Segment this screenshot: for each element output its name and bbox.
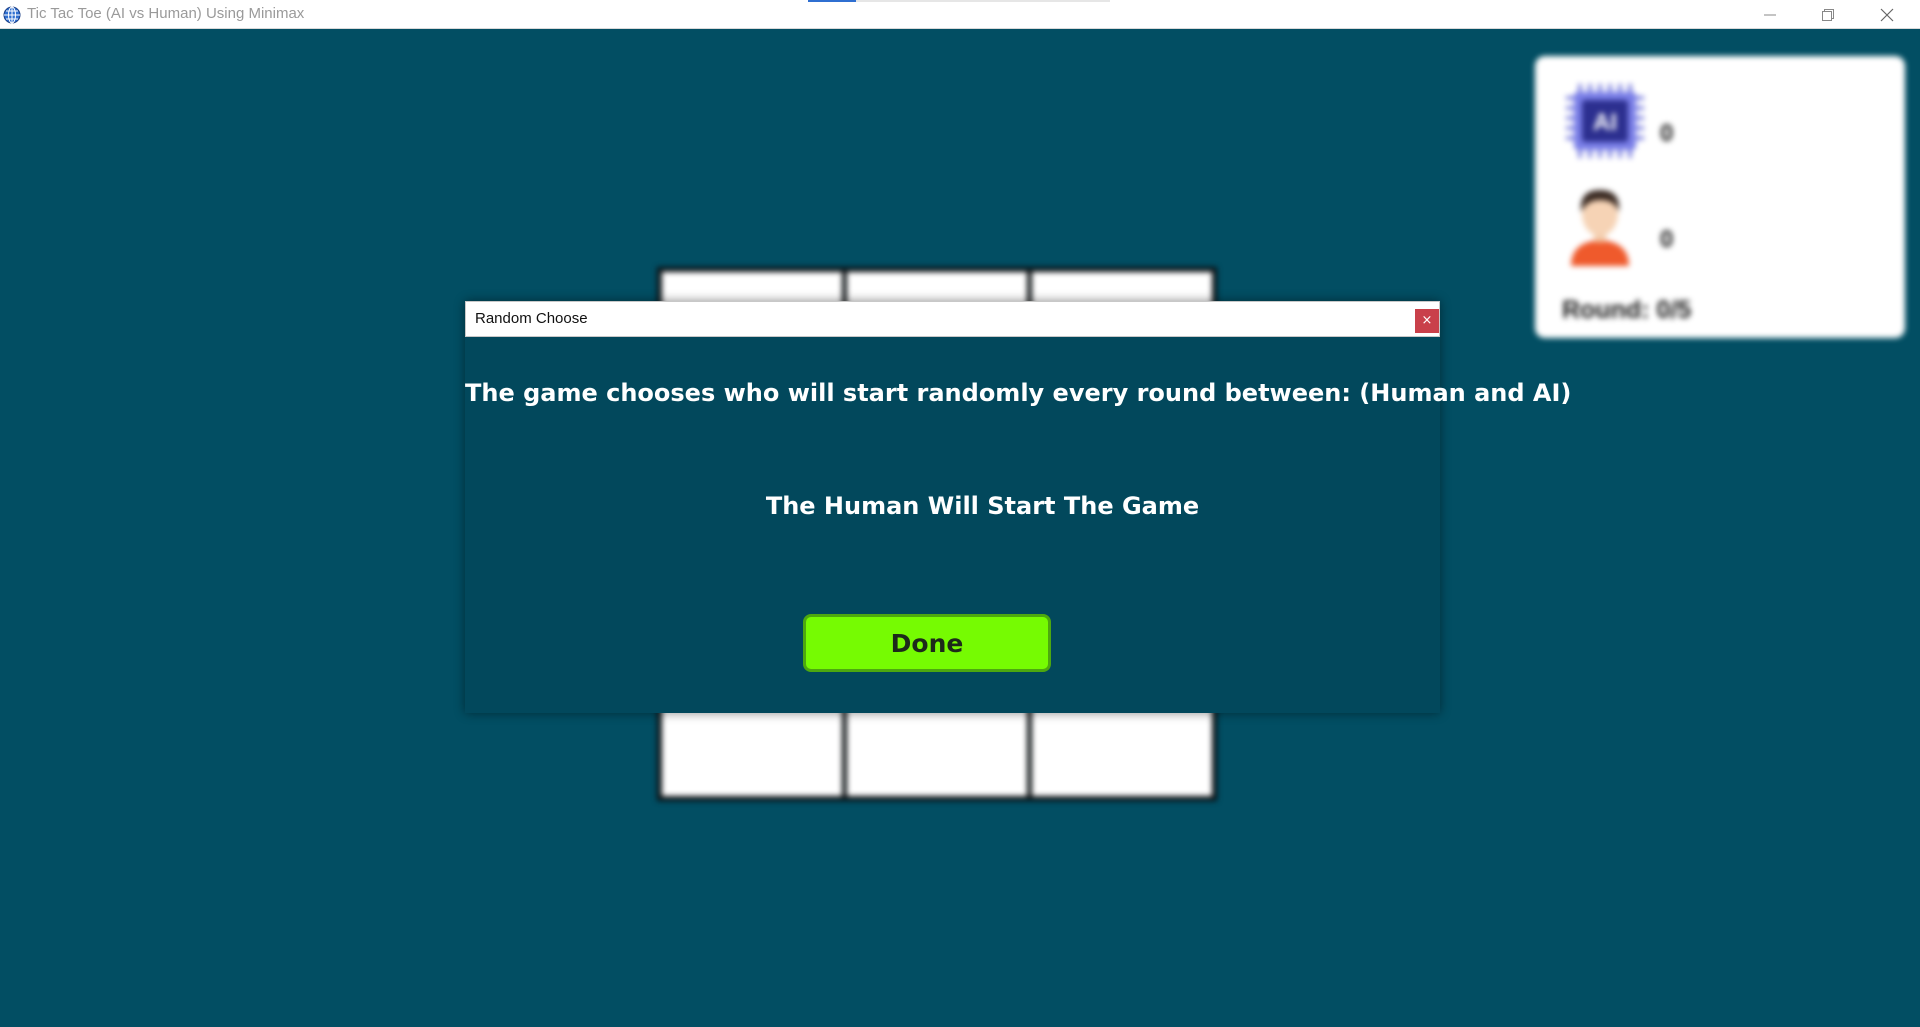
minimize-button[interactable] — [1742, 0, 1798, 29]
done-button[interactable]: Done — [803, 614, 1051, 672]
restore-icon — [1822, 8, 1834, 21]
scoreboard-card: AI 0 0 Round: 0/5 — [1535, 56, 1905, 338]
globe-app-icon — [3, 6, 21, 24]
round-counter: Round: 0/5 — [1562, 296, 1692, 324]
restore-button[interactable] — [1800, 0, 1856, 29]
loading-progress-fill — [808, 0, 857, 2]
dialog-title: Random Choose — [475, 310, 588, 327]
loading-progress-bar — [808, 0, 1110, 2]
close-window-button[interactable] — [1859, 0, 1915, 29]
window-titlebar: Tic Tac Toe (AI vs Human) Using Minimax — [0, 0, 1920, 29]
close-icon — [1880, 8, 1894, 21]
dialog-close-button[interactable]: × — [1415, 309, 1439, 333]
random-choose-dialog: Random Choose × The game chooses who wil… — [465, 301, 1572, 713]
ai-score: 0 — [1660, 120, 1674, 147]
starting-player-result: The Human Will Start The Game — [765, 492, 1200, 520]
dialog-message: The game chooses who will start randomly… — [465, 379, 1572, 407]
ai-chip-icon: AI — [1566, 84, 1644, 158]
human-score: 0 — [1660, 226, 1674, 253]
window-title: Tic Tac Toe (AI vs Human) Using Minimax — [27, 5, 305, 22]
dialog-titlebar: Random Choose × — [465, 301, 1440, 337]
minimize-icon — [1764, 14, 1776, 15]
svg-text:AI: AI — [1593, 109, 1617, 136]
person-avatar-icon — [1571, 190, 1629, 266]
